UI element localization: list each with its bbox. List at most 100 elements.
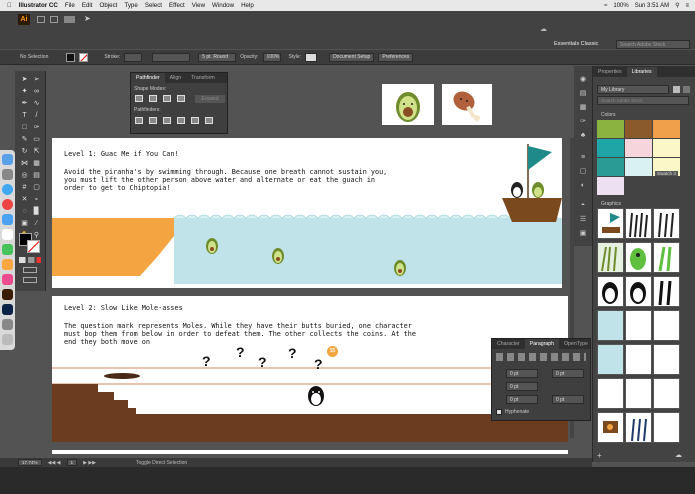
curvature-tool-icon[interactable]: ∿ — [31, 99, 42, 108]
tab-pathfinder[interactable]: Pathfinder — [131, 73, 165, 83]
hyphenate-checkbox[interactable] — [496, 409, 502, 415]
appearance-icon[interactable]: ◓ — [578, 202, 588, 210]
menu-select[interactable]: Select — [145, 2, 162, 9]
color-swatch[interactable] — [625, 158, 652, 176]
mail-icon[interactable] — [2, 214, 13, 225]
finder-icon[interactable] — [2, 154, 13, 165]
eyedropper-tool-icon[interactable]: ✕ — [19, 195, 30, 204]
stock-search-input[interactable]: Search Adobe Stock — [616, 40, 690, 49]
width-tool-icon[interactable]: ⋈ — [19, 159, 30, 168]
magic-wand-tool-icon[interactable]: ✦ — [19, 87, 30, 96]
color-guide-icon[interactable]: ▤ — [578, 90, 588, 98]
menu-help[interactable]: Help — [241, 2, 254, 9]
exclude-icon[interactable] — [177, 95, 185, 102]
menu-effect[interactable]: Effect — [169, 2, 185, 9]
color-swatch[interactable] — [625, 139, 652, 157]
rectangle-tool-icon[interactable]: □ — [19, 123, 30, 132]
graphic-thumbnail[interactable] — [625, 242, 652, 273]
first-line-indent-input[interactable]: 0 pt — [506, 382, 538, 391]
list-view-icon[interactable] — [683, 86, 690, 93]
document-setup-button[interactable]: Document Setup — [329, 52, 375, 62]
chrome-icon[interactable] — [2, 199, 13, 210]
wifi-icon[interactable]: ≈ — [604, 3, 607, 9]
free-transform-tool-icon[interactable]: ▦ — [31, 159, 42, 168]
brushes-icon[interactable]: ✑ — [578, 118, 588, 126]
menu-list-icon[interactable]: ≡ — [685, 3, 689, 9]
stroke-color-box[interactable] — [27, 240, 40, 253]
color-swatch[interactable] — [625, 120, 652, 138]
outline-icon[interactable] — [191, 117, 199, 124]
messages-icon[interactable] — [2, 244, 13, 255]
artboard-number[interactable]: 1 — [66, 459, 78, 466]
tab-libraries[interactable]: Libraries — [626, 66, 657, 77]
graphic-thumbnail[interactable] — [597, 412, 624, 443]
type-tool-icon[interactable]: T — [19, 111, 30, 120]
libraries-panel[interactable]: Properties Libraries My Library Search A… — [592, 66, 695, 462]
pen-tool-icon[interactable]: ✒ — [19, 99, 30, 108]
stroke-weight-input[interactable] — [124, 52, 143, 62]
paragraph-panel[interactable]: Character Paragraph OpenType 0 pt 0 pt 0… — [491, 338, 591, 421]
shape-builder-tool-icon[interactable]: ◎ — [19, 171, 30, 180]
symbols-icon[interactable]: ♣ — [578, 132, 588, 140]
tab-opentype[interactable]: OpenType — [559, 341, 593, 347]
artboards-icon[interactable]: ▣ — [578, 230, 588, 238]
scale-tool-icon[interactable]: ⇱ — [31, 147, 42, 156]
graphic-thumbnail[interactable] — [625, 378, 652, 409]
zoom-select[interactable]: 17.74% — [18, 459, 42, 466]
illustrator-dock-icon[interactable] — [2, 289, 13, 300]
transparency-icon[interactable]: ◐ — [578, 182, 588, 190]
drumstick-artboard[interactable] — [442, 84, 492, 125]
library-search-input[interactable]: Search Adobe Stock — [597, 96, 689, 105]
battery-text[interactable]: 100% — [613, 3, 628, 9]
graphic-thumbnail[interactable] — [597, 378, 624, 409]
search-icon[interactable]: ⚲ — [675, 2, 679, 9]
graphic-thumbnail[interactable] — [625, 310, 652, 341]
graph-tool-icon[interactable]: ▉ — [31, 207, 42, 216]
minus-front-icon[interactable] — [149, 95, 157, 102]
color-swatch[interactable] — [597, 177, 624, 195]
space-before-input[interactable]: 0 pt — [506, 395, 538, 404]
apple-icon[interactable]:  — [7, 2, 12, 9]
menu-edit[interactable]: Edit — [82, 2, 93, 9]
gpu-icon[interactable]: ➤ — [84, 14, 91, 23]
bridge-icon[interactable] — [37, 16, 45, 23]
gradient-panel-icon[interactable]: ▢ — [578, 168, 588, 176]
graphic-thumbnail[interactable] — [597, 310, 624, 341]
color-swatch[interactable] — [653, 120, 680, 138]
color-swatch[interactable] — [597, 139, 624, 157]
avocado-artboard[interactable] — [382, 84, 434, 125]
trash-icon[interactable] — [2, 334, 13, 345]
graphic-thumbnail[interactable] — [653, 310, 680, 341]
graphic-thumbnail[interactable] — [653, 344, 680, 375]
itunes-icon[interactable] — [2, 274, 13, 285]
pencil-tool-icon[interactable]: ✎ — [19, 135, 30, 144]
menu-window[interactable]: Window — [212, 2, 234, 9]
expand-button[interactable]: Expand — [195, 95, 225, 103]
level3-artboard[interactable] — [52, 450, 568, 454]
library-select[interactable]: My Library — [597, 85, 669, 94]
color-panel-icon[interactable]: ◉ — [578, 76, 588, 84]
graphic-thumbnail[interactable] — [653, 276, 680, 307]
graphic-thumbnail[interactable] — [597, 344, 624, 375]
artboard-next-icons[interactable]: ▶ ▶▶ — [83, 460, 96, 466]
stock-icon[interactable] — [50, 16, 58, 23]
pathfinder-panel[interactable]: Pathfinder Align Transform Shape Modes: … — [130, 72, 228, 134]
color-swatch[interactable] — [597, 158, 624, 176]
tab-align[interactable]: Align — [165, 75, 187, 81]
menu-object[interactable]: Object — [100, 2, 118, 9]
screen-mode-icon[interactable] — [23, 277, 37, 283]
mesh-tool-icon[interactable]: # — [19, 183, 30, 192]
graphic-thumbnail[interactable] — [625, 276, 652, 307]
graphic-thumbnail[interactable] — [625, 208, 652, 239]
color-swatch[interactable] — [597, 120, 624, 138]
zoom-tool-icon[interactable]: ⚲ — [31, 231, 42, 240]
cloud-sync-icon[interactable]: ☁ — [675, 451, 682, 459]
app-menu[interactable]: Illustrator CC — [19, 2, 58, 9]
swatches-icon[interactable]: ▦ — [578, 104, 588, 112]
artboard-tool-icon[interactable]: ▣ — [19, 219, 30, 228]
arrange-icon[interactable] — [64, 16, 75, 23]
rotate-tool-icon[interactable]: ↻ — [19, 147, 30, 156]
left-indent-input[interactable]: 0 pt — [506, 369, 538, 378]
lasso-tool-icon[interactable]: ∞ — [31, 87, 42, 96]
artboard-nav-icons[interactable]: ◀◀ ◀ — [48, 460, 61, 466]
